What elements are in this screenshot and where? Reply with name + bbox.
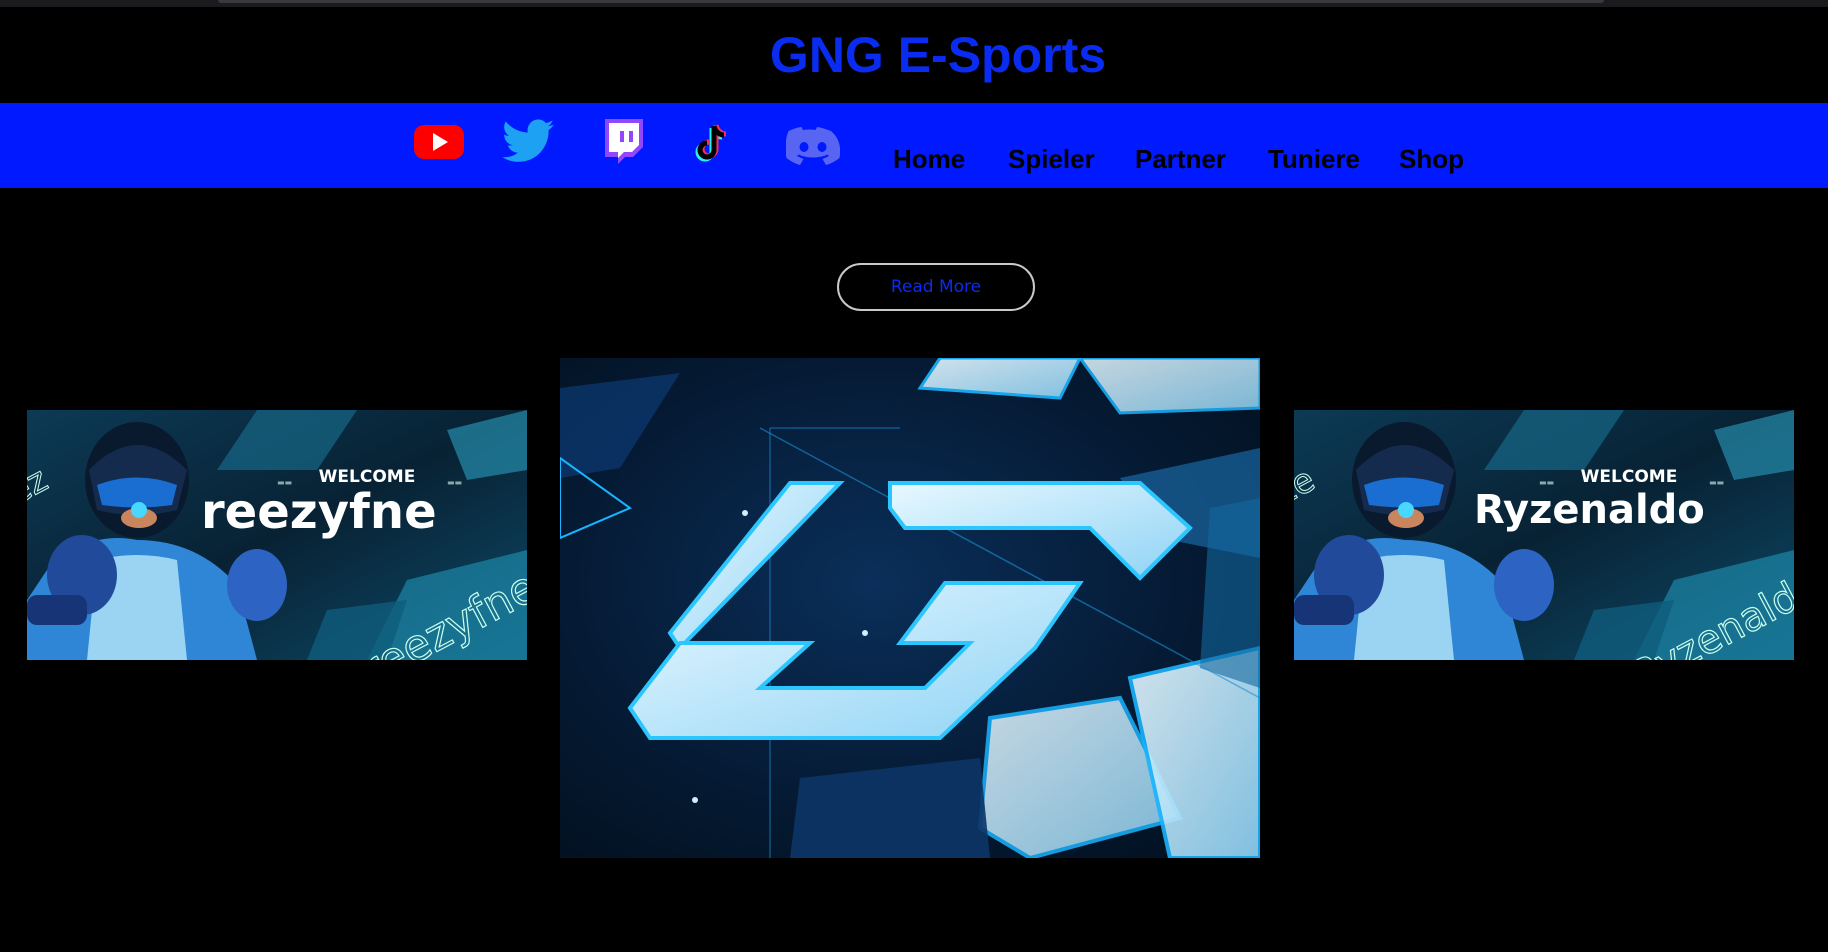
- nav-home[interactable]: Home: [893, 144, 965, 174]
- nav-tuniere[interactable]: Tuniere: [1268, 144, 1360, 174]
- banner-logo-right: ▬▬: [1709, 478, 1724, 487]
- team-logo-art: [560, 358, 1260, 858]
- banner-logo-right: ▬▬: [447, 478, 462, 487]
- browser-top-strip: [0, 0, 1828, 7]
- nav-spieler[interactable]: Spieler: [1008, 144, 1095, 174]
- nav-partner[interactable]: Partner: [1135, 144, 1226, 174]
- player-banner-art: WELCOME ▬▬ ▬▬ Ryzenaldo Ryzenaldo ze: [1294, 410, 1794, 660]
- twitter-icon[interactable]: [502, 118, 554, 164]
- banner-player-name: Ryzenaldo: [1474, 487, 1705, 533]
- twitch-icon[interactable]: [601, 117, 645, 167]
- nav-shop[interactable]: Shop: [1399, 144, 1464, 174]
- player-banner-right[interactable]: WELCOME ▬▬ ▬▬ Ryzenaldo Ryzenaldo ze: [1294, 410, 1794, 660]
- banner-player-name: reezyfne: [201, 484, 437, 540]
- tiktok-icon[interactable]: [688, 120, 736, 168]
- player-banner-left[interactable]: WELCOME ▬▬ ▬▬ reezyfne reezyfne ez: [27, 410, 527, 660]
- banner-welcome-text: WELCOME: [1581, 467, 1678, 487]
- player-banner-art: WELCOME ▬▬ ▬▬ reezyfne reezyfne ez: [27, 410, 527, 660]
- team-logo-image[interactable]: [560, 358, 1260, 858]
- site-title: GNG E-Sports: [769, 27, 1107, 83]
- banner-logo-left: ▬▬: [1539, 478, 1554, 487]
- youtube-icon[interactable]: [413, 122, 465, 162]
- discord-icon[interactable]: [786, 126, 840, 168]
- read-more-button[interactable]: Read More: [837, 263, 1035, 311]
- browser-tab-bar: [218, 0, 1604, 3]
